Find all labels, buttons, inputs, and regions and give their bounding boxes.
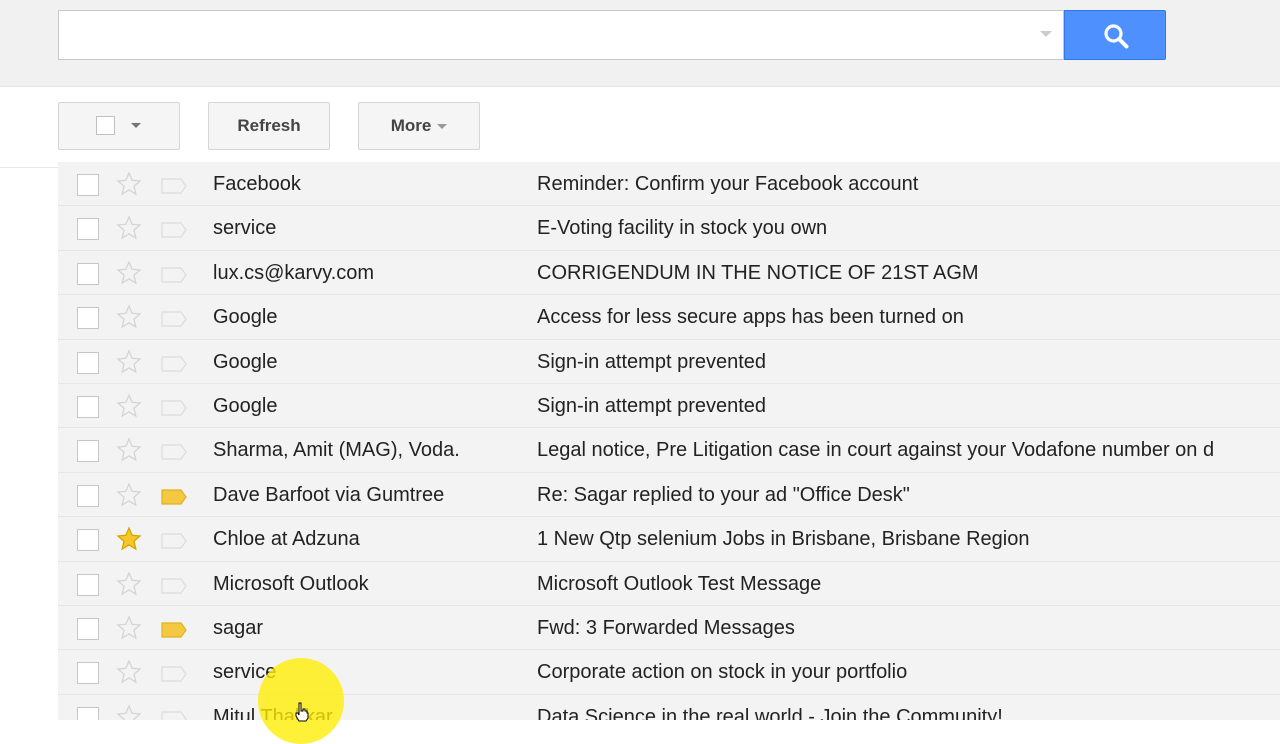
star-icon[interactable] [116, 615, 142, 641]
email-row[interactable]: Sharma, Amit (MAG), Voda. Legal notice, P… [58, 428, 1280, 473]
star-icon[interactable] [116, 304, 142, 330]
search-header [0, 0, 1280, 87]
email-sender: Sharma, Amit (MAG), Voda. [213, 439, 460, 462]
email-sender: Mitul Thakkar [213, 705, 333, 720]
chevron-down-icon[interactable] [131, 123, 141, 128]
email-checkbox[interactable] [77, 262, 99, 285]
email-sender: Google [213, 350, 278, 373]
email-checkbox[interactable] [77, 662, 99, 685]
search-input[interactable] [58, 10, 1064, 60]
star-icon[interactable] [116, 482, 142, 508]
important-marker-icon[interactable] [161, 267, 187, 283]
more-button-label: More [390, 116, 432, 135]
email-sender: Google [213, 394, 278, 417]
email-sender: sagar [213, 616, 264, 639]
email-row[interactable]: lux.cs@karvy.com CORRIGENDUM IN THE NOTIC… [58, 250, 1280, 296]
email-checkbox[interactable] [77, 706, 99, 720]
refresh-button[interactable]: Refresh [208, 102, 330, 150]
star-icon[interactable] [116, 570, 142, 597]
email-subject: Reminder: Confirm your Facebook account [537, 173, 919, 195]
important-marker-icon[interactable] [161, 666, 187, 682]
search-options-dropdown-icon[interactable] [1040, 31, 1052, 37]
star-icon[interactable] [116, 260, 142, 286]
email-sender: Facebook [213, 173, 301, 195]
important-marker-icon[interactable] [161, 622, 187, 638]
email-subject: Access for less secure apps has been tur… [537, 306, 964, 329]
star-icon[interactable] [116, 437, 142, 463]
email-sender: Dave Barfoot via Gumtree [213, 483, 445, 506]
email-row[interactable]: Facebook Reminder: Confirm your Facebook … [58, 162, 1280, 207]
star-icon[interactable] [116, 348, 142, 375]
email-sender: service [213, 217, 277, 240]
important-marker-icon[interactable] [161, 533, 187, 549]
left-margin [0, 168, 58, 720]
search-button[interactable] [1064, 10, 1166, 60]
select-all-button[interactable] [58, 102, 180, 150]
star-icon[interactable] [116, 526, 142, 552]
email-checkbox[interactable] [77, 307, 99, 330]
select-all-checkbox[interactable] [96, 116, 115, 135]
email-subject: Microsoft Outlook Test Message [537, 572, 822, 595]
email-row[interactable]: Dave Barfoot via Gumtree Re: Sagar replie… [58, 472, 1280, 518]
email-subject: Fwd: 3 Forwarded Messages [537, 616, 795, 639]
email-row[interactable]: Google Sign-in attempt prevented [58, 339, 1280, 384]
email-checkbox[interactable] [77, 440, 99, 463]
email-subject: 1 New Qtp selenium Jobs in Brisbane, Bri… [537, 528, 1030, 551]
chevron-down-icon [437, 124, 448, 130]
email-sender: Google [213, 306, 278, 329]
email-checkbox[interactable] [77, 351, 99, 374]
email-subject: Data Science in the real world - Join th… [537, 705, 1003, 720]
important-marker-icon[interactable] [161, 489, 187, 505]
search-icon [1104, 24, 1129, 49]
important-marker-icon[interactable] [161, 222, 187, 238]
email-checkbox[interactable] [77, 484, 99, 507]
email-checkbox[interactable] [77, 573, 99, 596]
toolbar: Refresh More [0, 87, 1280, 168]
email-row[interactable]: Mitul Thakkar Data Science in the real wo… [58, 694, 1280, 720]
email-row[interactable]: service Corporate action on stock in your… [58, 650, 1280, 695]
important-marker-icon[interactable] [161, 444, 187, 460]
email-list: Facebook Reminder: Confirm your Facebook … [58, 162, 1280, 720]
email-row[interactable]: Google Access for less secure apps has be… [58, 295, 1280, 340]
email-sender: lux.cs@karvy.com [213, 261, 375, 284]
important-marker-icon[interactable] [161, 178, 187, 194]
email-row[interactable]: service E-Voting facility in stock you ow… [58, 206, 1280, 251]
email-row[interactable]: sagar Fwd: 3 Forwarded Messages [58, 605, 1280, 651]
email-sender: Chloe at Adzuna [213, 528, 360, 551]
email-subject: Corporate action on stock in your portfo… [537, 661, 908, 684]
email-row[interactable]: Google Sign-in attempt prevented [58, 383, 1280, 429]
star-icon[interactable] [116, 393, 142, 419]
email-subject: Legal notice, Pre Litigation case in cou… [537, 439, 1215, 462]
email-checkbox[interactable] [77, 617, 99, 640]
important-marker-icon[interactable] [161, 577, 187, 594]
star-icon[interactable] [116, 704, 142, 720]
email-sender: service [213, 661, 277, 684]
email-subject: CORRIGENDUM IN THE NOTICE OF 21ST AGM [537, 261, 979, 284]
email-checkbox[interactable] [77, 529, 99, 552]
email-row[interactable]: Microsoft Outlook Microsoft Outlook Test … [58, 561, 1280, 606]
star-icon[interactable] [116, 659, 142, 685]
email-checkbox[interactable] [77, 395, 99, 418]
email-sender: Microsoft Outlook [213, 572, 369, 595]
email-subject: Re: Sagar replied to your ad "Office Des… [537, 483, 910, 506]
important-marker-icon[interactable] [161, 355, 187, 372]
email-subject: E-Voting facility in stock you own [537, 217, 828, 240]
email-row[interactable]: Chloe at Adzuna 1 New Qtp selenium Jobs i… [58, 517, 1280, 562]
email-checkbox[interactable] [77, 174, 99, 196]
important-marker-icon[interactable] [161, 400, 187, 416]
more-button[interactable]: More [358, 102, 480, 150]
star-icon[interactable] [116, 171, 142, 197]
email-subject: Sign-in attempt prevented [537, 394, 767, 417]
email-checkbox[interactable] [77, 218, 99, 241]
important-marker-icon[interactable] [161, 711, 187, 720]
star-icon[interactable] [116, 215, 142, 241]
important-marker-icon[interactable] [161, 311, 187, 327]
email-subject: Sign-in attempt prevented [537, 350, 767, 373]
